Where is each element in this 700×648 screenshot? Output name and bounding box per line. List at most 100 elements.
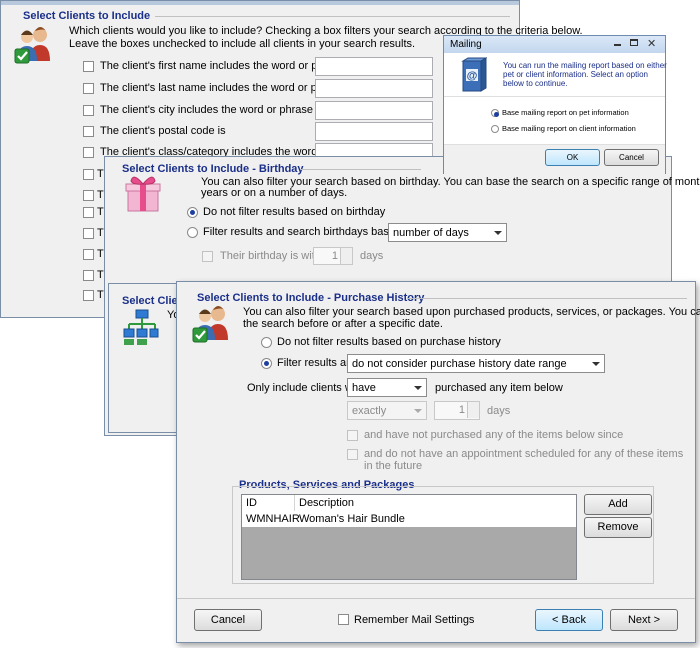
birthday-days-label: days bbox=[360, 250, 384, 262]
exactly-value: exactly bbox=[352, 405, 387, 417]
remember-mail-settings-label: Remember Mail Settings bbox=[354, 614, 475, 626]
clients-section-title: Select Clients to Include bbox=[23, 10, 151, 22]
first-name-checkbox[interactable] bbox=[83, 61, 94, 72]
no-appointment-line2: in the future bbox=[364, 460, 423, 472]
mailing-title: Mailing bbox=[450, 39, 482, 50]
criteria-checkbox-7[interactable] bbox=[83, 190, 94, 201]
city-label: The client's city includes the word or p… bbox=[100, 104, 314, 116]
chevron-down-icon bbox=[494, 231, 502, 235]
birthday-filter-radio[interactable] bbox=[187, 227, 198, 238]
birthday-no-filter-radio[interactable] bbox=[187, 207, 198, 218]
first-name-label: The client's first name includes the wor… bbox=[100, 60, 345, 72]
not-purchased-checkbox[interactable] bbox=[347, 430, 358, 441]
clients-title-rule bbox=[155, 16, 510, 17]
mailing-pet-radio[interactable] bbox=[491, 109, 499, 117]
footer-divider bbox=[177, 598, 695, 599]
maximize-icon[interactable] bbox=[630, 39, 638, 46]
last-name-checkbox[interactable] bbox=[83, 83, 94, 94]
purchase-window: Select Clients to Include - Purchase His… bbox=[176, 281, 700, 643]
clients-intro-line2: Leave the boxes unchecked to include all… bbox=[69, 38, 416, 50]
purchase-days-value: 1 bbox=[458, 404, 465, 416]
criteria-label-10: T bbox=[97, 248, 104, 260]
purchase-section-title: Select Clients to Include - Purchase His… bbox=[197, 292, 425, 304]
mailing-ok-button[interactable]: OK bbox=[545, 149, 600, 166]
purchased-any-label: purchased any item below bbox=[435, 382, 563, 394]
criteria-checkbox-9[interactable] bbox=[83, 228, 94, 239]
mailbox-icon: @ bbox=[457, 57, 488, 98]
birthday-days-value: 1 bbox=[331, 250, 338, 262]
have-value: have bbox=[352, 382, 376, 394]
birthday-within-checkbox[interactable] bbox=[202, 251, 213, 262]
mailing-client-label: Base mailing report on client informatio… bbox=[502, 124, 636, 133]
birthday-basis-select[interactable]: number of days bbox=[388, 223, 507, 242]
birthday-basis-value: number of days bbox=[393, 227, 469, 239]
criteria-checkbox-10[interactable] bbox=[83, 249, 94, 260]
add-item-button[interactable]: Add bbox=[584, 494, 652, 515]
mailing-pet-label: Base mailing report on pet information bbox=[502, 108, 629, 117]
row-description: Woman's Hair Bundle bbox=[299, 513, 405, 525]
org-chart-icon bbox=[123, 308, 159, 349]
criteria-label-8: T bbox=[97, 206, 104, 218]
mailing-message-line3: below to continue. bbox=[503, 79, 568, 88]
column-header-description[interactable]: Description bbox=[299, 497, 354, 509]
birthday-no-filter-label: Do not filter results based on birthday bbox=[203, 206, 386, 218]
mailing-cancel-button[interactable]: Cancel bbox=[604, 149, 659, 166]
purchase-days-spinner[interactable]: 1 bbox=[434, 401, 480, 420]
people-icon bbox=[13, 25, 55, 68]
remove-item-button[interactable]: Remove bbox=[584, 517, 652, 538]
criteria-checkbox-12[interactable] bbox=[83, 290, 94, 301]
purchase-range-select[interactable]: do not consider purchase history date ra… bbox=[347, 354, 605, 373]
cancel-button[interactable]: Cancel bbox=[194, 609, 262, 631]
gift-icon bbox=[125, 173, 161, 216]
purchase-intro-line2: the search before or after a specific da… bbox=[243, 318, 443, 330]
purchase-intro-line1: You can also filter your search based up… bbox=[243, 306, 700, 318]
purchase-no-filter-radio[interactable] bbox=[261, 337, 272, 348]
criteria-label-7: T bbox=[97, 189, 104, 201]
criteria-checkbox-11[interactable] bbox=[83, 270, 94, 281]
minimize-icon[interactable] bbox=[614, 44, 621, 46]
close-icon[interactable]: ✕ bbox=[647, 37, 656, 50]
postal-code-input[interactable] bbox=[315, 122, 433, 141]
purchase-filter-radio[interactable] bbox=[261, 358, 272, 369]
postal-code-label: The client's postal code is bbox=[100, 125, 226, 137]
mailing-dialog: Mailing ✕ @ You can run the mailing repo… bbox=[443, 35, 667, 174]
mailing-divider bbox=[444, 96, 665, 97]
purchase-days-label: days bbox=[487, 405, 511, 417]
mailing-message-line2: pet or client information. Select an opt… bbox=[503, 70, 648, 79]
chevron-down-icon bbox=[414, 409, 422, 413]
no-appointment-line1: and do not have an appointment scheduled… bbox=[364, 448, 684, 460]
column-header-id[interactable]: ID bbox=[246, 497, 257, 509]
criteria-checkbox-8[interactable] bbox=[83, 207, 94, 218]
back-button[interactable]: < Back bbox=[535, 609, 603, 631]
exactly-select[interactable]: exactly bbox=[347, 401, 427, 420]
birthday-intro-line2: years or on a number of days. bbox=[201, 187, 348, 199]
people-icon bbox=[191, 304, 233, 347]
column-divider bbox=[294, 495, 295, 511]
criteria-label-9: T bbox=[97, 227, 104, 239]
postal-code-checkbox[interactable] bbox=[83, 126, 94, 137]
remember-mail-settings-checkbox[interactable] bbox=[338, 614, 349, 625]
birthday-days-spinner[interactable]: 1 bbox=[313, 247, 353, 265]
criteria-label-6: T bbox=[97, 168, 104, 180]
city-input[interactable] bbox=[315, 101, 433, 120]
mailing-message-line1: You can run the mailing report based on … bbox=[503, 61, 667, 70]
mailing-client-radio[interactable] bbox=[491, 125, 499, 133]
purchase-range-value: do not consider purchase history date ra… bbox=[352, 358, 567, 370]
last-name-label: The client's last name includes the word… bbox=[100, 82, 345, 94]
class-category-checkbox[interactable] bbox=[83, 147, 94, 158]
table-row[interactable]: WMNHAIR Woman's Hair Bundle bbox=[242, 511, 576, 527]
criteria-label-11: T bbox=[97, 269, 104, 281]
chevron-down-icon bbox=[592, 362, 600, 366]
have-select[interactable]: have bbox=[347, 378, 427, 397]
window-frame-top bbox=[1, 1, 519, 5]
city-checkbox[interactable] bbox=[83, 105, 94, 116]
not-purchased-label: and have not purchased any of the items … bbox=[364, 429, 624, 441]
criteria-checkbox-6[interactable] bbox=[83, 169, 94, 180]
products-table[interactable]: ID Description WMNHAIR Woman's Hair Bund… bbox=[241, 494, 577, 580]
chevron-down-icon bbox=[414, 386, 422, 390]
criteria-label-12: T bbox=[97, 289, 104, 301]
next-button[interactable]: Next > bbox=[610, 609, 678, 631]
no-appointment-checkbox[interactable] bbox=[347, 449, 358, 460]
last-name-input[interactable] bbox=[315, 79, 433, 98]
first-name-input[interactable] bbox=[315, 57, 433, 76]
